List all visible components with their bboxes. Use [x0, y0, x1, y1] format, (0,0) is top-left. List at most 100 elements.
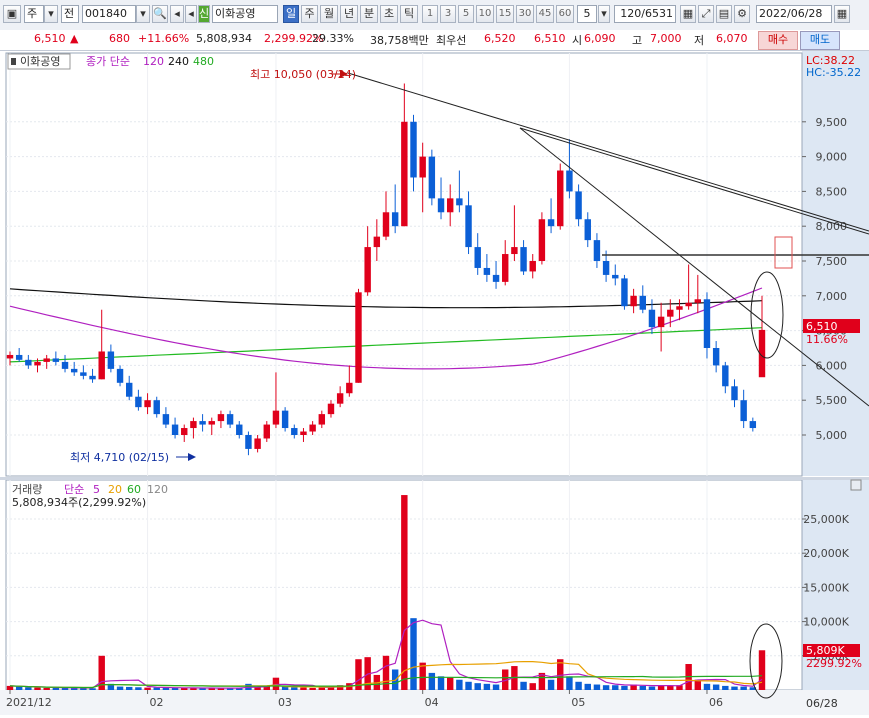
volume-bar	[465, 681, 472, 690]
candle-body	[355, 292, 362, 383]
candle-body	[676, 306, 683, 310]
panel-splitter[interactable]	[0, 477, 869, 480]
candle-body	[410, 121, 417, 178]
volume-bar	[410, 618, 417, 690]
volume-legend-label: 거래량	[12, 483, 42, 496]
chart-area[interactable]: 9,5009,0008,5008,0007,5007,0006,5006,000…	[0, 51, 869, 715]
period-week-button[interactable]: 주	[301, 5, 318, 23]
candle-body	[153, 400, 160, 415]
interval-button[interactable]: 45	[536, 5, 554, 23]
volume-tick-label: 15,000K	[803, 581, 849, 594]
candle-body	[61, 361, 69, 369]
candle-body	[190, 421, 197, 429]
interval-button[interactable]: 30	[516, 5, 534, 23]
buy-button[interactable]: 매수	[758, 31, 798, 50]
volume-ratio-tag: 2299.92%	[806, 657, 862, 670]
volume-bar	[300, 687, 307, 690]
volume-bar	[162, 687, 170, 690]
candle-body	[456, 198, 463, 206]
candle-body	[593, 240, 601, 261]
stock-code-input[interactable]: 001840	[82, 5, 136, 23]
candle-body	[648, 309, 656, 328]
candle-body	[474, 247, 481, 268]
volume-ma-5: 5	[93, 483, 100, 496]
interval-button[interactable]: 1	[422, 5, 438, 23]
candle-body	[254, 438, 261, 449]
volume-bar	[34, 687, 41, 690]
candle-body	[749, 421, 757, 429]
grid-icon[interactable]: ▦	[680, 5, 696, 23]
candle-body	[199, 421, 206, 425]
candle-body	[731, 386, 738, 401]
high-value: 7,000	[650, 32, 682, 45]
candle-body	[226, 414, 234, 425]
market-dropdown-icon[interactable]: ▾	[44, 5, 58, 23]
sell-button[interactable]: 매도	[800, 31, 840, 50]
period-year-button[interactable]: 년	[340, 5, 358, 23]
open-label: 시	[572, 34, 583, 47]
current-pct-tag: 11.66%	[806, 333, 848, 346]
candle-body	[291, 428, 298, 435]
save-icon[interactable]: ▤	[716, 5, 732, 23]
candle-body	[667, 309, 674, 317]
volume-tick-label: 10,000K	[803, 616, 849, 629]
jeon-select[interactable]: 전	[61, 5, 79, 23]
stock-chart[interactable]: 9,5009,0008,5008,0007,5007,0006,5006,000…	[0, 51, 869, 715]
candle-body	[446, 198, 454, 213]
candle-body	[437, 198, 445, 213]
stock-name[interactable]: 이화공영	[212, 5, 278, 23]
volume-bar	[309, 687, 316, 690]
volume-panel-menu-icon[interactable]	[850, 479, 862, 491]
date-input[interactable]: 2022/06/28	[756, 5, 832, 23]
change-percent: +11.66%	[138, 32, 190, 45]
volume-bar	[667, 685, 674, 690]
interval-button[interactable]: 15	[496, 5, 514, 23]
volume-bar	[712, 684, 720, 690]
candle-body	[217, 414, 225, 422]
period-tick-button[interactable]: 틱	[400, 5, 418, 23]
volume-tick-label: 25,000K	[803, 513, 849, 526]
period-month-button[interactable]: 월	[320, 5, 338, 23]
market-select[interactable]: 주	[24, 5, 44, 23]
candle-body	[703, 299, 711, 348]
candle-body	[25, 359, 32, 366]
candle-body	[492, 274, 500, 282]
volume-bar	[483, 683, 491, 690]
candle-body	[309, 424, 316, 432]
interval-button[interactable]: 10	[476, 5, 494, 23]
x-tick-label: 04	[425, 696, 439, 709]
hc-value: HC:-35.22	[806, 66, 861, 79]
interval-input[interactable]: 5	[577, 5, 597, 23]
volume-bar	[291, 687, 298, 690]
volume-ma-120: 120	[147, 483, 168, 496]
period-day-button[interactable]: 일	[283, 5, 299, 23]
price-tick-label: 5,000	[816, 429, 848, 442]
candle-body	[630, 295, 637, 307]
candle-body	[584, 219, 591, 241]
panel-toggle-icon[interactable]: ▣	[3, 5, 21, 23]
interval-button[interactable]: 5	[458, 5, 474, 23]
current-price-tag-text: 6,510	[806, 320, 838, 333]
last-date-label: 06/28	[806, 697, 838, 710]
current-price: 6,510	[34, 32, 66, 45]
candle-body	[657, 316, 665, 328]
arrows-icon[interactable]: ⤢	[698, 5, 714, 23]
interval-dropdown-icon[interactable]: ▾	[598, 5, 610, 23]
candle-body	[639, 295, 646, 310]
price-tick-label: 8,500	[816, 185, 848, 198]
priority-value: 6,520	[484, 32, 516, 45]
interval-button[interactable]: 3	[440, 5, 456, 23]
period-second-button[interactable]: 초	[380, 5, 398, 23]
code-dropdown-icon[interactable]: ▾	[136, 5, 150, 23]
gear-icon[interactable]: ⚙	[734, 5, 750, 23]
search-icon[interactable]: 🔍	[152, 5, 168, 23]
interval-button[interactable]: 60	[556, 5, 574, 23]
prev-stock-icon[interactable]: ◂	[185, 5, 197, 23]
candle-body	[318, 414, 326, 425]
speaker-icon[interactable]: ◂	[170, 5, 184, 23]
volume-bar	[648, 686, 656, 690]
calendar-icon[interactable]: ▦	[834, 5, 850, 23]
priority-value-2: 6,510	[534, 32, 566, 45]
count-input[interactable]: 120/6531	[614, 5, 676, 23]
period-minute-button[interactable]: 분	[360, 5, 378, 23]
